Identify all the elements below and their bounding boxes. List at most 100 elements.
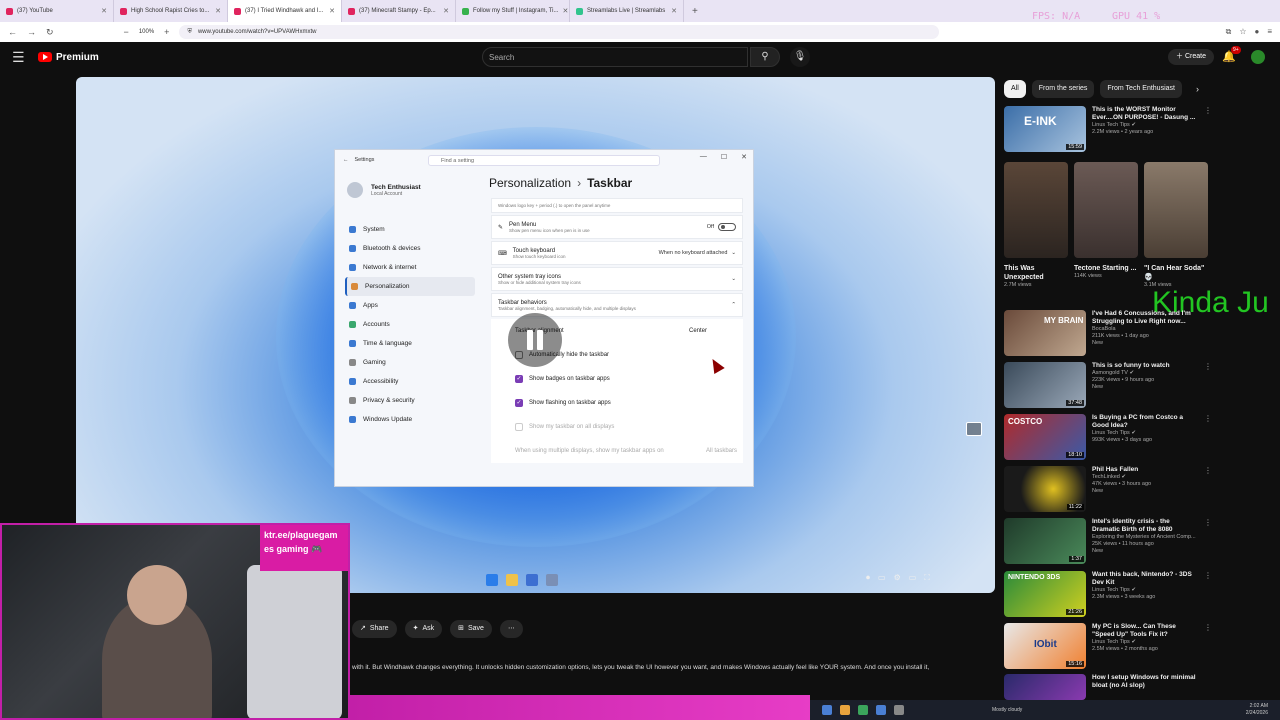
taskbar-app-icon[interactable] <box>858 705 868 715</box>
more-options-icon[interactable]: ⋮ <box>1204 362 1212 408</box>
short-title[interactable]: "I Can Hear Soda" 💀 <box>1144 264 1208 282</box>
video-title[interactable]: Is Buying a PC from Costco a Good Idea? <box>1092 414 1198 430</box>
channel-name[interactable]: BocaBola <box>1092 326 1198 333</box>
taskbar-app-icon[interactable] <box>876 705 886 715</box>
save-button[interactable]: ⊞ Save <box>450 620 492 638</box>
avatar[interactable] <box>1251 50 1265 64</box>
short-item[interactable]: "I Can Hear Soda" 💀 3.1M views <box>1144 162 1208 288</box>
short-thumbnail[interactable] <box>1074 162 1138 258</box>
zoom-in-icon[interactable]: + <box>164 27 169 37</box>
video-thumbnail[interactable]: 11:22 <box>1004 466 1086 512</box>
close-tab-icon[interactable]: ✕ <box>215 7 221 15</box>
list-item[interactable]: NINTENDO 3DS 21:26 Want this back, Ninten… <box>1004 571 1214 617</box>
search-icon[interactable]: ⚲ <box>750 47 780 67</box>
more-options-icon[interactable]: ⋮ <box>1204 414 1212 460</box>
short-thumbnail[interactable] <box>1004 162 1068 258</box>
video-title[interactable]: I've Had 6 Concussions, and I'm Struggli… <box>1092 310 1198 326</box>
bookmark-star-icon[interactable]: ☆ <box>1239 27 1246 37</box>
channel-name[interactable]: TechLinked ✔ <box>1092 474 1198 481</box>
browser-tab-active[interactable]: (37) I Tried Windhawk and I... ✕ <box>228 0 342 22</box>
youtube-logo[interactable]: Premium <box>38 52 99 63</box>
menu-icon[interactable]: ≡ <box>1267 27 1272 37</box>
video-thumbnail[interactable]: COSTCO 18:10 <box>1004 414 1086 460</box>
forward-icon[interactable]: → <box>27 27 36 37</box>
chip-all[interactable]: All <box>1004 80 1026 98</box>
chevron-right-icon[interactable]: › <box>1196 80 1199 98</box>
list-item[interactable]: IObit 15:16 My PC is Slow... Can These "S… <box>1004 623 1214 669</box>
video-thumbnail[interactable]: NINTENDO 3DS 21:26 <box>1004 571 1086 617</box>
browser-tab[interactable]: Streamlabs Live | Streamlabs ✕ <box>570 0 684 22</box>
close-tab-icon[interactable]: ✕ <box>329 7 335 15</box>
video-thumbnail[interactable]: 1:37 <box>1004 518 1086 564</box>
more-options-icon[interactable]: ⋮ <box>1204 466 1212 512</box>
video-title[interactable]: This is so funny to watch <box>1092 362 1198 370</box>
zoom-out-icon[interactable]: − <box>124 27 129 37</box>
browser-tab[interactable]: Follow my Stuff | Instagram, Ti... ✕ <box>456 0 570 22</box>
browser-tab[interactable]: (37) YouTube ✕ <box>0 0 114 22</box>
subtitles-icon[interactable]: ▭ <box>878 573 886 583</box>
extension-icon[interactable]: ⧉ <box>1226 27 1232 37</box>
taskbar-app-icon[interactable] <box>840 705 850 715</box>
list-item[interactable]: 1:37 Intel's identity crisis - the Drama… <box>1004 518 1214 564</box>
list-item[interactable]: How I setup Windows for minimal bloat (n… <box>1004 674 1214 700</box>
chip-from-series[interactable]: From the series <box>1031 80 1095 98</box>
search-input[interactable]: Search <box>482 47 748 67</box>
short-title[interactable]: Tectone Starting ... <box>1074 264 1138 273</box>
video-description[interactable]: with it. But Windhawk changes everything… <box>352 664 992 671</box>
browser-tab[interactable]: (37) Minecraft Stampy - Ep... ✕ <box>342 0 456 22</box>
close-tab-icon[interactable]: ✕ <box>101 7 107 15</box>
channel-name[interactable]: Linus Tech Tips ✔ <box>1092 587 1198 594</box>
close-tab-icon[interactable]: ✕ <box>671 7 677 15</box>
video-title[interactable]: My PC is Slow... Can These "Speed Up" To… <box>1092 623 1198 639</box>
gear-icon[interactable]: ⚙ <box>894 573 901 583</box>
more-options-icon[interactable]: ⋮ <box>1204 518 1212 564</box>
list-item[interactable]: 11:22 Phil Has Fallen TechLinked ✔ 47K v… <box>1004 466 1214 512</box>
url-field[interactable]: ⛨ www.youtube.com/watch?v=UPVAWHxmxtw <box>179 25 940 39</box>
fullscreen-icon[interactable]: ⛶ <box>924 573 930 583</box>
miniplayer-icon[interactable] <box>966 422 982 436</box>
video-title[interactable]: Intel's identity crisis - the Dramatic B… <box>1092 518 1198 534</box>
list-item[interactable]: MY BRAIN I've Had 6 Concussions, and I'm… <box>1004 310 1214 356</box>
close-tab-icon[interactable]: ✕ <box>562 7 568 15</box>
pause-icon[interactable] <box>508 313 562 367</box>
more-actions-button[interactable]: ⋯ <box>499 620 523 638</box>
create-button[interactable]: ＋ Create <box>1168 49 1214 65</box>
taskbar-app-icon[interactable] <box>894 705 904 715</box>
channel-name[interactable]: Linus Tech Tips ✔ <box>1092 639 1198 646</box>
ask-button[interactable]: ✦ Ask <box>404 620 443 638</box>
taskbar-app-icon[interactable] <box>822 705 832 715</box>
system-clock[interactable]: 2:02 AM 2/24/2026 <box>1246 703 1268 717</box>
channel-name[interactable]: Asmongold TV ✔ <box>1092 370 1198 377</box>
short-title[interactable]: This Was Unexpected <box>1004 264 1068 282</box>
channel-name[interactable]: Linus Tech Tips ✔ <box>1092 122 1198 129</box>
short-item[interactable]: This Was Unexpected 2.7M views <box>1004 162 1068 288</box>
channel-name[interactable]: Linus Tech Tips ✔ <box>1092 430 1198 437</box>
weather-text[interactable]: Mostly cloudy <box>992 707 1022 713</box>
share-button[interactable]: ↗ Share <box>352 620 397 638</box>
short-thumbnail[interactable] <box>1144 162 1208 258</box>
video-title[interactable]: This is the WORST Monitor Ever....ON PUR… <box>1092 106 1198 122</box>
browser-tab[interactable]: High School Rapist Cries to... ✕ <box>114 0 228 22</box>
close-tab-icon[interactable]: ✕ <box>443 7 449 15</box>
short-item[interactable]: Tectone Starting ... 114K views <box>1074 162 1138 288</box>
list-item[interactable]: COSTCO 18:10 Is Buying a PC from Costco a… <box>1004 414 1214 460</box>
list-item[interactable]: 37:48 This is so funny to watch Asmongol… <box>1004 362 1214 408</box>
video-title[interactable]: Want this back, Nintendo? - 3DS Dev Kit <box>1092 571 1198 587</box>
video-thumbnail[interactable]: MY BRAIN <box>1004 310 1086 356</box>
list-item[interactable]: E-INK 15:59 This is the WORST Monitor Ev… <box>1004 106 1214 152</box>
chip-from-channel[interactable]: From Tech Enthusiast <box>1100 80 1182 98</box>
new-tab-icon[interactable]: + <box>684 6 706 17</box>
profile-icon[interactable]: ● <box>1254 27 1259 37</box>
reload-icon[interactable]: ↻ <box>46 27 54 38</box>
more-options-icon[interactable]: ⋮ <box>1204 106 1212 152</box>
hamburger-menu-icon[interactable]: ☰ <box>12 49 38 66</box>
theater-icon[interactable]: ▭ <box>909 573 917 583</box>
channel-name[interactable]: Exploring the Mysteries of Ancient Comp.… <box>1092 534 1198 541</box>
video-thumbnail[interactable]: IObit 15:16 <box>1004 623 1086 669</box>
video-thumbnail[interactable]: E-INK 15:59 <box>1004 106 1086 152</box>
autoplay-icon[interactable]: ⏺ <box>866 573 870 583</box>
more-options-icon[interactable]: ⋮ <box>1204 571 1212 617</box>
more-options-icon[interactable]: ⋮ <box>1204 623 1212 669</box>
video-player[interactable]: ← Settings Find a setting — ☐ ✕ Tech Ent… <box>76 77 995 593</box>
video-title[interactable]: Phil Has Fallen <box>1092 466 1198 474</box>
